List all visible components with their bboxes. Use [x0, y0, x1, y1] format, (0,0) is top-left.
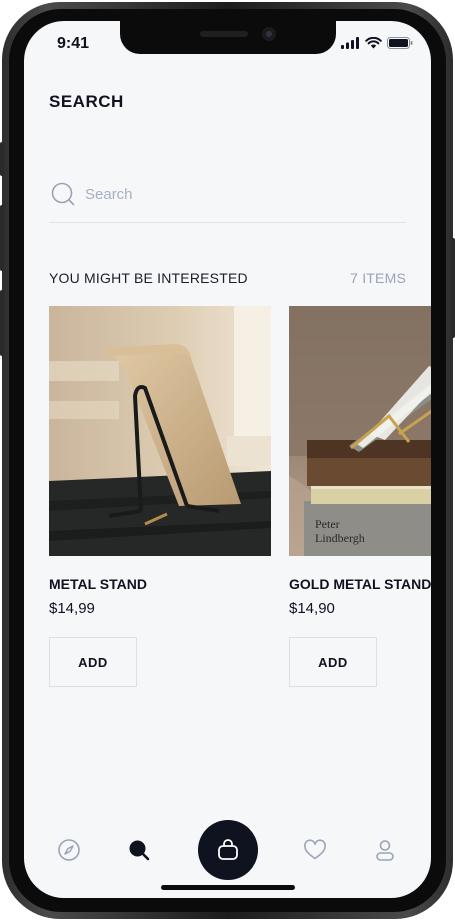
product-name[interactable]: METAL STAND: [49, 576, 147, 592]
search-input[interactable]: [85, 183, 385, 205]
book-cover-text-line1: Peter: [315, 517, 340, 531]
compass-icon: [58, 839, 80, 861]
volume-down-button: [0, 290, 4, 356]
heart-icon: [304, 839, 326, 860]
action-button: [0, 142, 4, 176]
product-card[interactable]: Peter Lindbergh GOLD METAL STAND $14,90 …: [289, 306, 431, 687]
home-indicator[interactable]: [161, 885, 295, 890]
search-icon: [129, 840, 150, 861]
search-bar[interactable]: [49, 178, 406, 223]
section-title: YOU MIGHT BE INTERESTED: [49, 270, 248, 286]
battery-icon: [387, 37, 413, 49]
user-icon: [376, 840, 394, 861]
app-screen: 9:41 SEARCH YOU MIGHT BE INTERESTED 7 IT…: [24, 21, 431, 898]
product-price: $14,99: [49, 600, 95, 617]
tab-bar: [24, 818, 431, 882]
front-camera: [262, 27, 276, 41]
product-image[interactable]: [49, 306, 271, 556]
gold-metal-stand-photo: Peter Lindbergh: [289, 306, 431, 556]
page-title: SEARCH: [49, 92, 124, 111]
metal-stand-photo: [49, 306, 271, 556]
product-card[interactable]: METAL STAND $14,99 ADD: [49, 306, 271, 687]
tab-profile[interactable]: [365, 818, 405, 882]
tab-explore[interactable]: [49, 818, 89, 882]
signal-icon: [341, 37, 359, 49]
product-image[interactable]: Peter Lindbergh: [289, 306, 431, 556]
volume-up-button: [0, 205, 4, 271]
speaker: [200, 31, 248, 37]
add-to-cart-button[interactable]: ADD: [289, 637, 377, 687]
power-button: [451, 238, 455, 338]
bag-icon: [218, 839, 238, 860]
tab-search[interactable]: [119, 818, 159, 882]
wifi-icon: [365, 37, 382, 49]
product-name[interactable]: GOLD METAL STAND: [289, 576, 431, 592]
status-icons: [341, 37, 413, 49]
book-cover-text-line2: Lindbergh: [315, 531, 365, 545]
tab-cart[interactable]: [198, 820, 258, 880]
tab-favorites[interactable]: [295, 818, 335, 882]
product-price: $14,90: [289, 600, 335, 617]
items-count[interactable]: 7 ITEMS: [350, 270, 406, 286]
status-time: 9:41: [57, 35, 90, 52]
notch: [120, 21, 336, 54]
add-to-cart-button[interactable]: ADD: [49, 637, 137, 687]
search-icon: [51, 182, 75, 206]
